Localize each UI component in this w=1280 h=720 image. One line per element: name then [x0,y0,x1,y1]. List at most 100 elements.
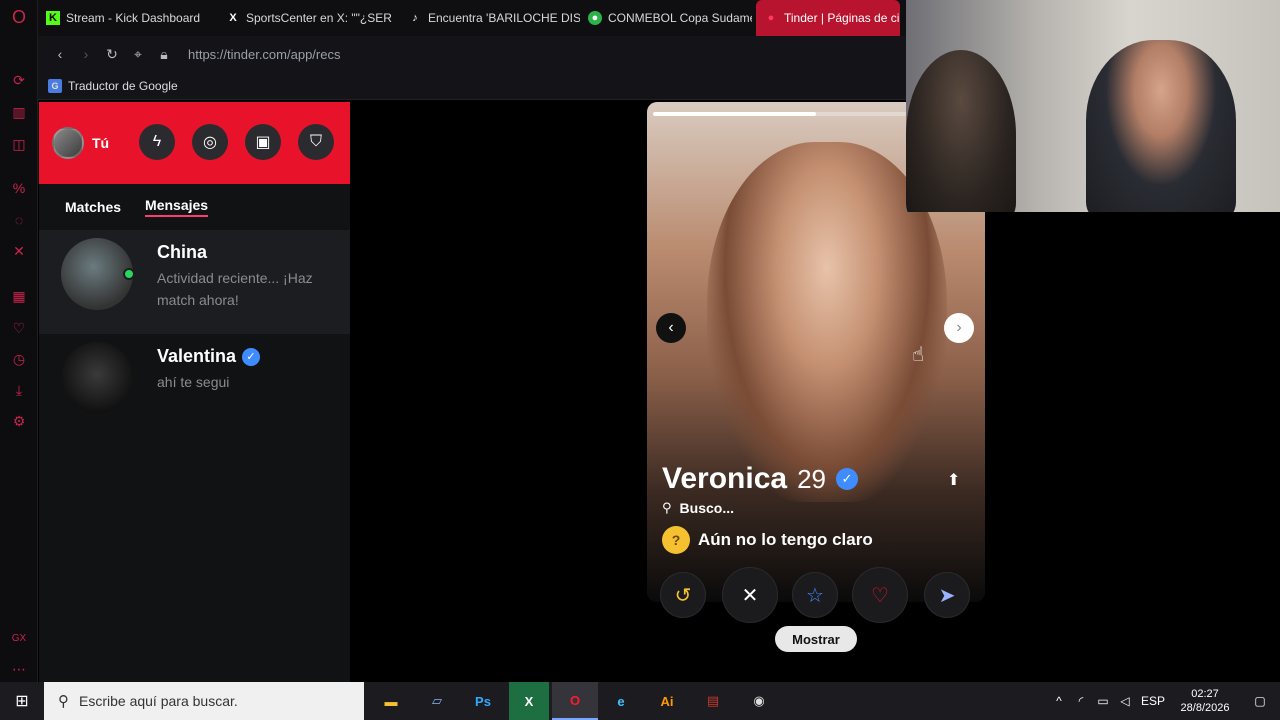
thinking-emoji-icon: ? [662,526,690,554]
clock[interactable]: 02:27 28/8/2026 [1170,687,1240,715]
tab-x[interactable]: X SportsCenter en X: ""¿SER [218,0,400,36]
relationship-intent: ? Aún no lo tengo claro [662,526,873,554]
message-name: Valentina ✓ [157,346,347,367]
percent-icon[interactable]: % [9,178,29,198]
taskbar-search[interactable]: ⚲ Escribe aquí para buscar. [44,682,364,720]
verified-badge-icon: ✓ [836,468,858,490]
mostrar-tooltip: Mostrar [775,626,857,652]
illustrator-icon[interactable]: Ai [644,682,690,720]
clock-date: 28/8/2026 [1180,702,1230,714]
system-tray: ^ ◜ ▭ ◁ ESP 02:27 28/8/2026 ▢ [1048,682,1280,720]
message-name: China [157,242,208,262]
profile-avatar[interactable] [52,127,84,159]
tinder-header: Tú ϟ ◎ ▣ ⛉ [39,102,350,184]
screen: O ⟳ ▥ ◫ % ◌ ✕ ▦ ♡ ◷ ⤓ ⚙ GX ⋯ K Stream - … [0,0,1280,720]
avatar [61,238,135,310]
super-like-star-icon[interactable]: ☆ [792,572,838,618]
opera-sidebar: O ⟳ ▥ ◫ % ◌ ✕ ▦ ♡ ◷ ⤓ ⚙ GX ⋯ [0,0,38,682]
like-heart-icon[interactable]: ♡ [852,567,908,623]
clock-time: 02:27 [1191,688,1219,700]
winrar-icon[interactable]: ▤ [690,682,736,720]
reload-icon[interactable]: ↻ [100,42,124,66]
download-icon[interactable]: ⤓ [9,380,29,400]
bookmark-label: Traductor de Google [68,78,178,93]
looking-for-label: ⚲ Busco... [662,500,734,516]
bookmark-google-translate[interactable]: G Traductor de Google [48,78,178,93]
tinder-sidebar: Tú ϟ ◎ ▣ ⛉ Matches Mensajes China Activi… [39,102,350,682]
info-up-arrow-icon[interactable]: ⬆ [947,470,960,490]
tab-conmebol[interactable]: ● CONMEBOL Copa Sudame [580,0,752,36]
opera-sidebar-icon-1[interactable]: ⟳ [9,70,29,90]
tab-tinder[interactable]: ● Tinder | Páginas de ci [756,0,900,36]
windows-start-icon[interactable]: ⊞ [0,682,44,720]
lock-icon[interactable]: 🔒︎ [152,42,176,66]
messenger-icon[interactable]: ◫ [9,134,29,154]
file-explorer-icon[interactable]: ▬ [368,682,414,720]
tab-label: SportsCenter en X: ""¿SER [246,11,392,25]
notepad-icon[interactable]: ▱ [414,682,460,720]
busco-text: Busco... [679,500,734,516]
tab-kick[interactable]: K Stream - Kick Dashboard [38,0,218,36]
intent-text: Aún no lo tengo claro [698,530,873,549]
webcam-person-left [906,50,1016,212]
tab-mensajes[interactable]: Mensajes [145,197,209,217]
tab-matches[interactable]: Matches [65,199,121,215]
matches-messages-tabs: Matches Mensajes [39,184,350,230]
x-sidebar-icon[interactable]: ✕ [9,241,29,261]
message-snippet: ahí te segui [157,374,230,390]
back-icon[interactable]: ‹ [48,42,72,66]
search-icon: ⚲ [662,500,672,515]
apps-icon[interactable]: ▦ [9,286,29,306]
heart-icon[interactable]: ♡ [9,318,29,338]
hand-cursor-icon: ☝ [912,344,925,366]
opera-taskbar-icon[interactable]: O [552,682,598,720]
gx-icon[interactable]: GX [9,628,29,648]
kick-icon: K [46,11,60,25]
location-icon[interactable]: ⌖ [126,42,150,66]
photo-progress-fill [653,112,816,116]
photoshop-icon[interactable]: Ps [460,682,506,720]
notification-icon[interactable]: ▢ [1240,694,1280,708]
message-row-valentina[interactable]: Valentina ✓ ahí te segui [39,334,350,438]
windows-taskbar: ⊞ ⚲ Escribe aquí para buscar. ▬ ▱ Ps X O… [0,682,1280,720]
history-icon[interactable]: ◷ [9,349,29,369]
whatsapp-icon[interactable]: ◌ [9,210,29,230]
forward-icon[interactable]: › [74,42,98,66]
rewind-icon[interactable]: ↺ [660,572,706,618]
url-field[interactable]: https://tinder.com/app/recs [188,47,340,62]
tab-label: Tinder | Páginas de ci [784,11,900,25]
wifi-icon[interactable]: ◜ [1070,694,1092,708]
message-snippet: Actividad reciente... ¡Haz match ahora! [157,270,313,308]
card-action-buttons: ↺ ✕ ☆ ♡ ➤ [652,567,982,628]
next-photo-icon[interactable]: › [944,313,974,343]
webcam-person-right [1086,40,1236,212]
battery-icon[interactable]: ▭ [1092,694,1114,708]
google-translate-icon: G [48,78,62,93]
send-icon[interactable]: ➤ [924,572,970,618]
volume-mute-icon[interactable]: ◁ [1114,694,1136,708]
chevron-up-icon[interactable]: ^ [1048,694,1070,708]
profile-label[interactable]: Tú [92,135,109,151]
opera-sidebar-icon-2[interactable]: ▥ [9,102,29,122]
more-icon[interactable]: ⋯ [9,659,29,679]
opera-logo-icon[interactable]: O [9,7,29,27]
obs-icon[interactable]: ◉ [736,682,782,720]
excel-icon[interactable]: X [509,682,549,720]
tab-tiktok[interactable]: ♪ Encuentra 'BARILOCHE DIS [400,0,580,36]
prev-photo-icon[interactable]: ‹ [656,313,686,343]
briefcase-icon[interactable]: ▣ [245,124,281,160]
language-indicator[interactable]: ESP [1136,694,1170,708]
bookmarks-bar: G Traductor de Google [38,72,906,100]
search-icon: ⚲ [58,693,69,710]
tinder-icon: ● [767,12,775,24]
x-icon: X [229,12,237,24]
tab-bar: K Stream - Kick Dashboard X SportsCenter… [38,0,906,36]
online-status-dot [123,268,135,280]
explore-compass-icon[interactable]: ◎ [192,124,228,160]
settings-icon[interactable]: ⚙ [9,411,29,431]
edge-icon[interactable]: e [598,682,644,720]
boost-bolt-icon[interactable]: ϟ [139,124,175,160]
message-row-china[interactable]: China Actividad reciente... ¡Haz match a… [39,230,350,334]
shield-icon[interactable]: ⛉ [298,124,334,160]
nope-close-icon[interactable]: ✕ [722,567,778,623]
